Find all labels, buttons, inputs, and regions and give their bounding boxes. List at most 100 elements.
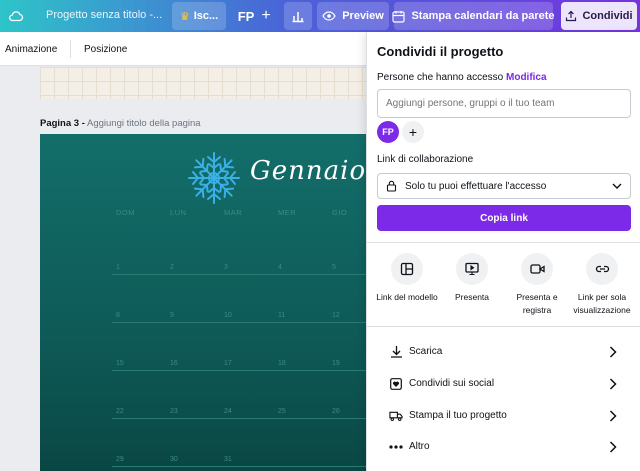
edit-access-link[interactable]: Modifica [506,72,547,83]
day-number: 18 [278,360,286,367]
day-number: 12 [332,312,340,319]
template-icon [391,253,423,285]
cloud-save-icon[interactable] [8,8,24,24]
bar-chart-icon [291,9,305,23]
day-number: 11 [278,312,286,319]
option-label: Link del modello [376,292,438,302]
lock-icon [386,180,397,192]
print-calendar-button[interactable]: Stampa calendari da parete [392,2,555,30]
social-icon [389,377,403,391]
share-social-row[interactable]: Condividi sui social [367,368,640,399]
record-icon [521,253,553,285]
previous-page[interactable] [40,67,366,99]
day-number: 5 [332,264,336,271]
day-number: 24 [224,408,232,415]
day-number: 16 [170,360,178,367]
animation-button[interactable]: Animazione [5,44,57,55]
calendar-page[interactable]: Gennaio DOM LUN MAR MER GIO 1 2 3 4 5 8 … [40,134,366,471]
day-number: 26 [332,408,340,415]
page-label: Pagina 3 - Aggiungi titolo della pagina [40,118,201,129]
link-icon [586,253,618,285]
snowflake-icon [185,149,243,207]
day-number: 1 [116,264,120,271]
weekday-label: DOM [116,208,135,217]
divider [367,242,640,243]
upload-icon [565,10,577,22]
chevron-right-icon [609,345,617,358]
panel-title: Condividi il progetto [377,44,504,59]
day-number: 2 [170,264,174,271]
day-number: 30 [170,456,178,463]
page-number: Pagina 3 - [40,118,85,129]
print-project-row[interactable]: Stampa il tuo progetto [367,400,640,431]
preview-button[interactable]: Preview [317,2,389,30]
day-number: 10 [224,312,232,319]
day-number: 23 [170,408,178,415]
option-label: Link per sola visualizzazione [573,292,631,315]
calendar-row-line [112,322,366,323]
top-bar: Progetto senza titolo -... ♛ Isc... FP +… [0,0,640,32]
more-icon [389,440,403,454]
collab-link-label: Link di collaborazione [377,154,474,165]
project-title[interactable]: Progetto senza titolo -... [46,9,162,21]
position-button[interactable]: Posizione [84,44,127,55]
copy-link-button[interactable]: Copia link [377,205,631,231]
day-number: 22 [116,408,124,415]
calendar-row-line [112,466,366,467]
weekday-label: MAR [224,208,243,217]
more-row[interactable]: Altro [367,431,640,462]
access-option-label: Solo tu puoi effettuare l'accesso [405,180,547,192]
day-number: 15 [116,360,124,367]
calendar-icon [392,10,406,23]
present-option[interactable]: Presenta [439,253,505,304]
download-row[interactable]: Scarica [367,336,640,367]
day-number: 31 [224,456,232,463]
option-label: Presenta [454,292,490,302]
user-avatar[interactable]: FP [234,2,258,30]
month-title: Gennaio [250,156,366,186]
calendar-row-line [112,370,366,371]
canvas-area: Pagina 3 - Aggiungi titolo della pagina … [0,67,366,471]
weekday-label: GIO [332,208,348,217]
day-number: 3 [224,264,228,271]
calendar-row-line [112,418,366,419]
upgrade-button[interactable]: ♛ Isc... [172,2,226,30]
page-title-input[interactable]: Aggiungi titolo della pagina [87,118,201,129]
add-people-input[interactable] [377,89,631,118]
truck-icon [389,409,403,423]
day-number: 17 [224,360,232,367]
chevron-right-icon [609,409,617,422]
day-number: 4 [278,264,282,271]
option-label: Presenta e registra [516,292,558,315]
add-collaborator-button[interactable]: + [257,2,275,30]
insights-button[interactable] [284,2,312,30]
eye-icon [322,11,336,21]
plus-icon: + [408,124,418,140]
present-record-option[interactable]: Presenta e registra [504,253,570,317]
present-icon [456,253,488,285]
template-link-option[interactable]: Link del modello [374,253,440,304]
chevron-down-icon [612,183,622,189]
share-panel: Condividi il progetto Persone che hanno … [366,32,640,471]
chevron-right-icon [609,440,617,453]
toolbar-divider [70,40,71,58]
day-number: 29 [116,456,124,463]
calendar-row-line [112,274,366,275]
editor-toolbar: Animazione Posizione [0,32,366,66]
divider [367,326,640,327]
day-number: 9 [170,312,174,319]
add-person-button[interactable]: + [402,121,424,143]
day-number: 19 [332,360,340,367]
day-number: 8 [116,312,120,319]
crown-icon: ♛ [179,10,190,23]
chevron-right-icon [609,377,617,390]
weekday-label: LUN [170,208,187,217]
share-button[interactable]: Condividi [561,2,637,30]
member-avatar[interactable]: FP [377,121,399,143]
day-number: 25 [278,408,286,415]
view-only-link-option[interactable]: Link per sola visualizzazione [569,253,635,317]
weekday-label: MER [278,208,297,217]
access-select[interactable]: Solo tu puoi effettuare l'accesso [377,173,631,199]
people-access-label: Persone che hanno accesso [377,72,504,83]
download-icon [389,345,403,359]
